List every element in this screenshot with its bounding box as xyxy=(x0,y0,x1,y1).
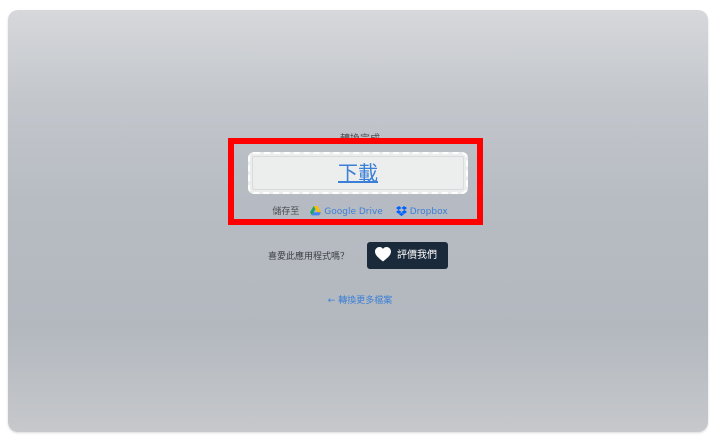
dropbox-label: Dropbox xyxy=(409,207,448,217)
save-to-label: 儲存至 xyxy=(272,207,300,217)
rate-us-label: 評價我們 xyxy=(397,250,437,261)
dropbox-icon xyxy=(395,206,407,219)
heart-icon xyxy=(375,246,391,273)
dropbox-link[interactable]: Dropbox xyxy=(395,206,448,219)
google-drive-link[interactable]: Google Drive xyxy=(310,206,385,219)
rating-prompt: 喜愛此應用程式嗎？ xyxy=(268,252,350,262)
google-drive-icon xyxy=(310,206,322,219)
convert-more-files-link[interactable]: ← 轉換更多檔案 xyxy=(0,293,720,306)
rate-us-button[interactable]: 評價我們 xyxy=(367,242,448,269)
save-to-row: 儲存至 Google Drive Dropbox xyxy=(0,204,720,219)
download-button[interactable]: 下載 xyxy=(248,152,468,194)
google-drive-label: Google Drive xyxy=(324,207,383,217)
